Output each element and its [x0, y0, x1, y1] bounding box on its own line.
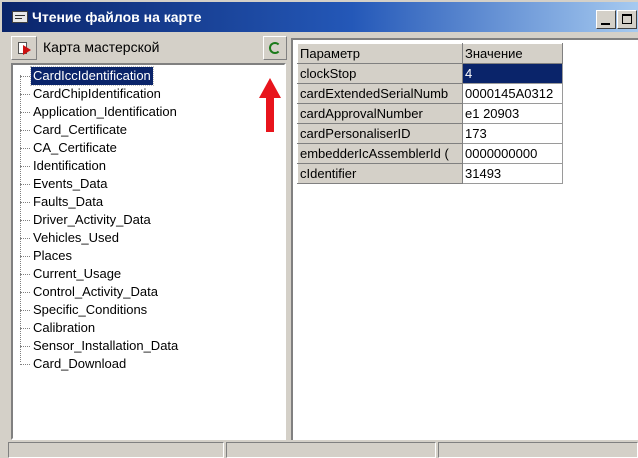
tree-item-label: Card_Download	[33, 356, 127, 371]
tree-item[interactable]: Sensor_Installation_Data	[20, 337, 240, 355]
tree-item[interactable]: Current_Usage	[20, 265, 240, 283]
tree-item-label: Vehicles_Used	[33, 230, 119, 245]
tree-connector	[20, 220, 30, 221]
minimize-button[interactable]	[596, 10, 616, 29]
main-window: Чтение файлов на карте Карта мастерской …	[0, 0, 638, 458]
tree-item-label: Sensor_Installation_Data	[33, 338, 179, 353]
parameters-table: Параметр Значение clockStop 4 cardExtended…	[297, 43, 563, 184]
status-bar	[0, 440, 638, 458]
parameter-cell[interactable]: cardApprovalNumber	[297, 103, 463, 124]
tree-connector	[20, 148, 30, 149]
table-body: clockStop 4 cardExtendedSerialNumb 0000145A…	[297, 63, 563, 184]
window-title: Чтение файлов на карте	[32, 9, 202, 25]
tree-item-label: CA_Certificate	[33, 140, 117, 155]
tree-item[interactable]: Card_Certificate	[20, 121, 240, 139]
parameters-grid-pane: Параметр Значение clockStop 4 cardExtended…	[291, 38, 638, 440]
workshop-card-label: Карта мастерской	[43, 39, 160, 55]
table-row[interactable]: cardPersonaliserID 173	[297, 123, 563, 144]
parameter-cell[interactable]: cardExtendedSerialNumb	[297, 83, 463, 104]
tree-item[interactable]: Events_Data	[20, 175, 240, 193]
tree-connector	[20, 76, 30, 77]
table-row[interactable]: cardApprovalNumber e1 20903	[297, 103, 563, 124]
export-arrow-icon	[23, 45, 31, 55]
left-toolbar: Карта мастерской	[11, 36, 287, 62]
tree-connector	[20, 256, 30, 257]
tree-connector	[20, 112, 30, 113]
tree-item-label: Events_Data	[33, 176, 108, 191]
tree-item-label: Specific_Conditions	[33, 302, 148, 317]
status-panel-3	[438, 442, 638, 458]
value-cell[interactable]: 0000000000	[462, 143, 563, 164]
tree-item[interactable]: Driver_Activity_Data	[20, 211, 240, 229]
parameter-cell[interactable]: clockStop	[297, 63, 463, 84]
value-cell[interactable]: 0000145A0312	[462, 83, 563, 104]
tree-item[interactable]: Specific_Conditions	[20, 301, 240, 319]
value-cell[interactable]: 4	[462, 63, 563, 84]
tree-item[interactable]: CardIccIdentification	[20, 66, 240, 86]
file-tree[interactable]: CardIccIdentification CardChipIdentificat…	[11, 63, 286, 440]
tree-connector	[20, 202, 30, 203]
tree-item[interactable]: Card_Download	[20, 355, 240, 373]
table-row[interactable]: clockStop 4	[297, 63, 563, 84]
maximize-icon	[622, 14, 632, 24]
column-header-parameter[interactable]: Параметр	[297, 43, 463, 64]
tree-item[interactable]: Faults_Data	[20, 193, 240, 211]
tree-item[interactable]: Vehicles_Used	[20, 229, 240, 247]
value-cell[interactable]: e1 20903	[462, 103, 563, 124]
tree-item[interactable]: Identification	[20, 157, 240, 175]
refresh-button[interactable]	[263, 36, 287, 60]
tree-connector	[20, 310, 30, 311]
export-button[interactable]	[11, 36, 37, 60]
maximize-button[interactable]	[617, 10, 637, 29]
parameter-cell[interactable]: cIdentifier	[297, 163, 463, 184]
tree-item-label: CardChipIdentification	[33, 86, 161, 101]
tree-connector	[20, 238, 30, 239]
status-panel-2	[226, 442, 436, 458]
card-reader-icon	[12, 11, 28, 23]
tree-item-label: Driver_Activity_Data	[33, 212, 151, 227]
status-panel-1	[8, 442, 224, 458]
table-header-row: Параметр Значение	[297, 43, 563, 64]
table-row[interactable]: embedderIcAssemblerId (0000000000	[297, 143, 563, 164]
tree-item-label: Faults_Data	[33, 194, 104, 209]
table-row[interactable]: cIdentifier 31493	[297, 163, 563, 184]
minimize-icon	[601, 23, 610, 25]
tree-connector	[20, 328, 30, 329]
tree-item-label: Places	[33, 248, 73, 263]
tree-connector	[20, 166, 30, 167]
tree-item[interactable]: CardChipIdentification	[20, 85, 240, 103]
tree-connector	[20, 274, 30, 275]
column-header-value[interactable]: Значение	[462, 43, 563, 64]
tree-item[interactable]: Application_Identification	[20, 103, 240, 121]
tree-connector	[20, 184, 30, 185]
value-cell[interactable]: 173	[462, 123, 563, 144]
title-bar[interactable]: Чтение файлов на карте	[2, 2, 638, 32]
red-up-arrow-icon	[259, 78, 281, 132]
tree-item[interactable]: Calibration	[20, 319, 240, 337]
tree-item-label: Calibration	[33, 320, 96, 335]
tree-item-label: Application_Identification	[33, 104, 177, 119]
tree-connector	[20, 346, 30, 347]
parameter-cell[interactable]: embedderIcAssemblerId (	[297, 143, 463, 164]
tree-item-label: Control_Activity_Data	[33, 284, 158, 299]
tree-connector	[20, 130, 30, 131]
tree-item-label: Card_Certificate	[33, 122, 127, 137]
parameter-cell[interactable]: cardPersonaliserID	[297, 123, 463, 144]
tree-item-label: Current_Usage	[33, 266, 122, 281]
tree-item[interactable]: CA_Certificate	[20, 139, 240, 157]
tree-item-label: CardIccIdentification	[30, 66, 154, 86]
tree-connector	[20, 292, 30, 293]
tree-item[interactable]: Control_Activity_Data	[20, 283, 240, 301]
tree-connector	[20, 94, 30, 95]
tree-item-label: Identification	[33, 158, 106, 173]
table-row[interactable]: cardExtendedSerialNumb 0000145A0312	[297, 83, 563, 104]
tree-connector	[20, 364, 30, 365]
tree-item[interactable]: Places	[20, 247, 240, 265]
value-cell[interactable]: 31493	[462, 163, 563, 184]
refresh-icon	[269, 42, 281, 54]
